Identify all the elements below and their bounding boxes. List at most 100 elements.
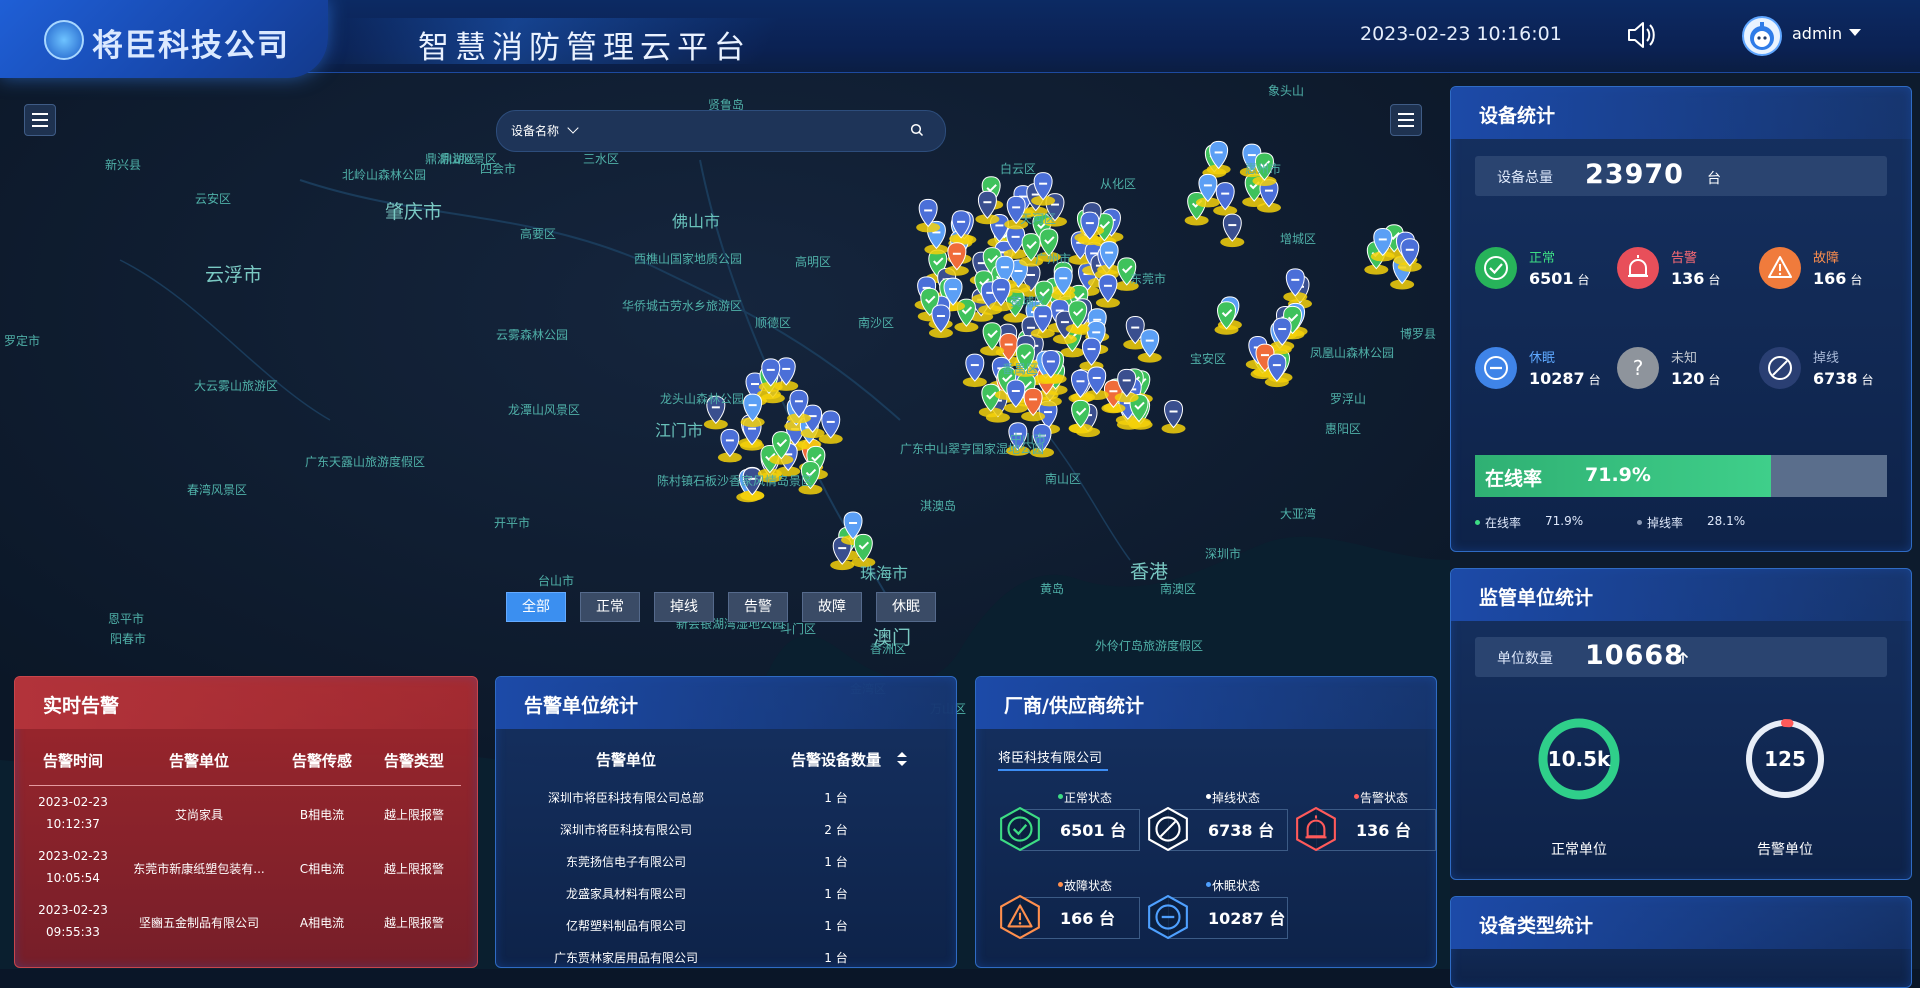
device-total-label: 设备总量 (1497, 170, 1553, 186)
map-place-label: 四会市 (480, 162, 517, 176)
map-place-label: 三水区 (583, 152, 620, 166)
map-place-label: 宝安区 (1190, 352, 1227, 366)
normal-units-ring: 10.5k (1538, 718, 1620, 800)
device-status-count: 10287 (1529, 369, 1585, 388)
alarm-unit[interactable]: 东莞市新康纸塑包装有... (119, 860, 279, 877)
search-icon[interactable] (910, 123, 924, 137)
filter-button[interactable]: 正常 (580, 592, 640, 622)
column-header[interactable]: 告警设备数量 (776, 749, 896, 770)
vendor-status-label: 告警状态 (1360, 791, 1409, 805)
sound-icon[interactable] (1625, 20, 1657, 50)
check-icon (1475, 247, 1517, 289)
search-input[interactable] (597, 119, 891, 145)
vendor-status-label: 正常状态 (1064, 791, 1113, 805)
alarm-icon (1296, 807, 1336, 851)
svg-text:?: ? (1633, 356, 1644, 380)
vendor-status-value: 6501 台 (1060, 821, 1127, 840)
alarm-sensor: B相电流 (299, 808, 345, 822)
warning-icon (1759, 247, 1801, 289)
search-type-select[interactable]: 设备名称 (511, 122, 559, 139)
menu-icon (1398, 113, 1414, 115)
logo-block: 将臣科技公司 (0, 0, 328, 78)
unit-count-label: 单位数量 (1497, 651, 1553, 667)
realtime-alarm-panel: 实时告警 告警时间 告警单位 告警传感 告警类型 2023-02-23 10:12:37 艾… (14, 676, 478, 968)
vendor-status-value: 6738 台 (1208, 821, 1275, 840)
alarm-time: 09:55:33 (46, 925, 100, 939)
map-place-label: 深圳市 (1205, 547, 1242, 561)
device-status-check: 正常 6501 台 (1475, 239, 1615, 299)
map-place-label: 华侨城古劳水乡旅游区 (622, 299, 743, 313)
alarm-unit-name[interactable]: 广东贾林家居用品有限公司 (516, 949, 736, 966)
map-place-label: 象头山 (1268, 84, 1305, 98)
vendor-status-label: 休眠状态 (1212, 879, 1261, 893)
alarm-unit-stats-panel: 告警单位统计 告警单位 告警设备数量 深圳市将臣科技有限公司总部 1 台深圳市将臣科技… (495, 676, 957, 968)
map-place-label: 从化区 (1100, 177, 1137, 191)
sort-icon[interactable] (896, 751, 908, 767)
ban-icon (1148, 807, 1188, 851)
map-place-label: 高要区 (520, 227, 557, 241)
warning-icon (1000, 895, 1040, 939)
alarm-type: 越上限报警 (383, 916, 444, 930)
map-place-label: 罗定市 (4, 334, 41, 348)
vendor-tab-underline (998, 769, 1108, 771)
arrow-up-icon (1677, 651, 1689, 664)
filter-button[interactable]: 故障 (802, 592, 862, 622)
chevron-down-icon[interactable] (567, 122, 579, 134)
vendor-status-alarm: 告警状态 136 台 (1294, 789, 1436, 853)
alarm-sensor: C相电流 (299, 862, 345, 876)
map-place-label: 顺德区 (755, 316, 792, 330)
ring-value: 125 (1764, 747, 1806, 771)
online-rate-value: 71.9% (1585, 464, 1651, 486)
chevron-down-icon[interactable] (1849, 29, 1861, 36)
filter-button[interactable]: 掉线 (654, 592, 714, 622)
alarm-unit[interactable]: 艾尚家具 (119, 806, 279, 823)
alarm-unit-count: 1 台 (824, 791, 848, 805)
ring-value: 10.5k (1548, 747, 1611, 771)
device-status-label: 告警 (1671, 251, 1698, 266)
username[interactable]: admin (1792, 24, 1842, 43)
map-place-label: 云安区 (195, 192, 232, 206)
legend-dot (1637, 520, 1642, 525)
filter-button[interactable]: 全部 (506, 592, 566, 622)
online-rate-bar: 在线率 71.9% (1475, 455, 1887, 497)
header: 将臣科技公司 智慧消防管理云平台 2023-02-23 10:16:01 adm… (0, 0, 1920, 78)
map-place-label: 天河区 (1020, 212, 1057, 226)
alarm-unit-name[interactable]: 深圳市将臣科技有限公司 (516, 821, 736, 838)
device-status-label: 未知 (1671, 351, 1698, 366)
alarm-time: 10:12:37 (46, 817, 100, 831)
device-status-value: 120 台 (1671, 369, 1720, 388)
map-place-label: 广东中山翠亨国家湿地公园 (900, 442, 1045, 456)
map-place-label: 白云区 (1000, 162, 1037, 176)
column-header: 告警单位 (595, 751, 656, 769)
map-place-label: 广州市 (1035, 252, 1072, 266)
left-menu-button[interactable] (24, 104, 56, 136)
alarm-unit-name[interactable]: 亿帮塑料制品有限公司 (516, 917, 736, 934)
filter-button[interactable]: 休眠 (876, 592, 936, 622)
map-place-label: 云浮市 (205, 264, 263, 286)
unit-count-box: 单位数量 10668 (1475, 637, 1887, 677)
map-place-label: 惠州市 (1245, 162, 1282, 176)
map-place-label: 台山市 (538, 574, 575, 588)
alarm-unit-name[interactable]: 深圳市将臣科技有限公司总部 (516, 789, 736, 806)
map-place-label: 开平市 (494, 516, 531, 530)
right-menu-button[interactable] (1390, 104, 1422, 136)
supervision-rings: 10.5k 125 (1538, 718, 1825, 800)
filter-button[interactable]: 告警 (728, 592, 788, 622)
status-dot (1058, 882, 1063, 887)
alarm-date: 2023-02-23 (38, 795, 108, 809)
panel-title: 设备类型统计 (1479, 915, 1594, 937)
supervision-panel: 监管单位统计 单位数量 10668 10.5k 125 正常单位 告警单位 (1450, 568, 1912, 880)
alarm-unit[interactable]: 坚豳五金制品有限公司 (119, 914, 279, 931)
device-status-alarm: 告警 136 台 (1617, 239, 1757, 299)
vendor-status-ban: 掉线状态 6738 台 (1146, 789, 1288, 853)
map-place-label: 南澳区 (1160, 582, 1197, 596)
map-place-label: 博罗县 (1400, 327, 1437, 341)
unit-label: 台 (1708, 373, 1721, 387)
alarm-units-ring: 125 (1745, 719, 1825, 799)
alarm-unit-name[interactable]: 龙盛家具材料有限公司 (516, 885, 736, 902)
alarm-unit-name[interactable]: 东莞扬信电子有限公司 (516, 853, 736, 870)
column-header: 告警传感 (291, 752, 352, 770)
avatar[interactable] (1742, 16, 1782, 56)
vendor-tab[interactable]: 将臣科技有限公司 (998, 747, 1102, 766)
device-stats-panel: 设备统计 设备总量 23970 台 正常 6501 台告警 136 台故障 166 台休眠 1… (1450, 86, 1912, 552)
